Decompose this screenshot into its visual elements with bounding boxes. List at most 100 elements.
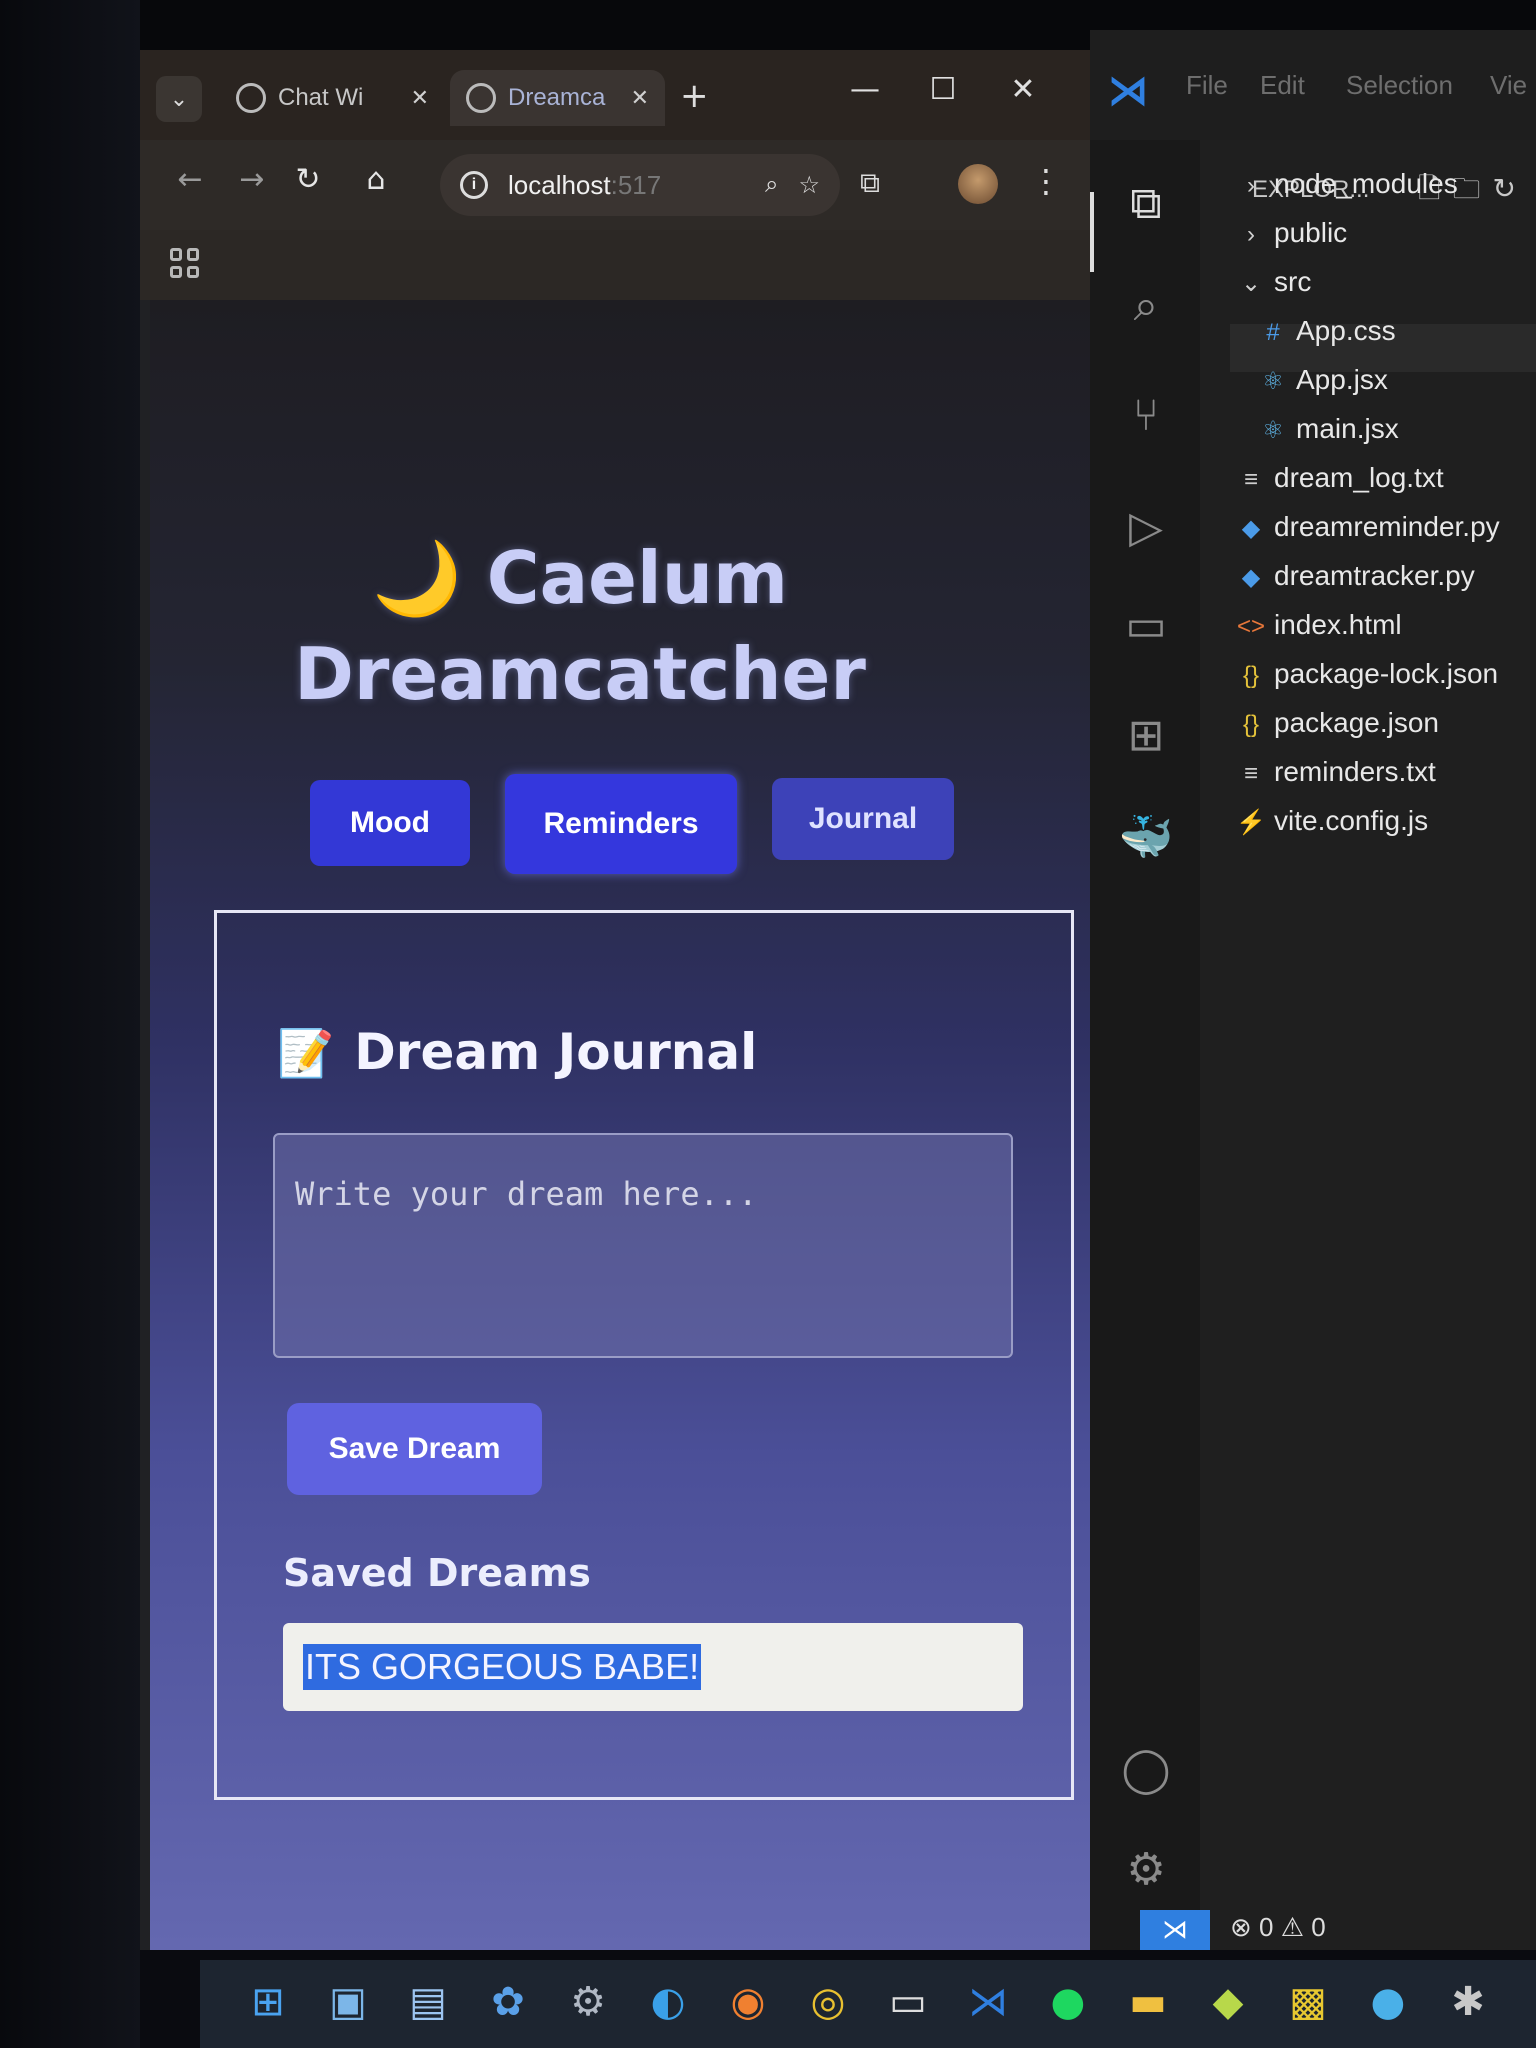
tree-item-label: package-lock.json	[1274, 658, 1499, 689]
tree-item-label: App.jsx	[1296, 364, 1388, 395]
forward-arrow-icon[interactable]: →	[230, 162, 274, 197]
browser-toolbar: ← → ↻ ⌂ i localhost:517 ⌕ ☆ ⧉ ⋮	[140, 140, 1090, 230]
maximize-button[interactable]: ☐	[918, 72, 968, 107]
title-line-2: Dreamcatcher	[294, 632, 866, 716]
docker-icon[interactable]: 🐳	[1116, 808, 1176, 868]
zoom-icon[interactable]: ⌕	[765, 171, 778, 199]
saved-dream-item[interactable]: ITS GORGEOUS BABE!	[283, 1623, 1023, 1711]
title-line-1: Caelum	[486, 536, 788, 620]
tree-item-app-css[interactable]: # App.css	[1258, 315, 1395, 347]
home-icon[interactable]: ⌂	[354, 162, 398, 197]
terminal-icon[interactable]: ▭	[880, 1974, 936, 2030]
tree-item-dreamtracker-py[interactable]: ◆ dreamtracker.py	[1236, 560, 1475, 592]
menu-view[interactable]: Vie	[1490, 70, 1527, 101]
menu-edit[interactable]: Edit	[1260, 70, 1305, 101]
windows-taskbar: ⊞ ▣ ▤ ✿ ⚙ ◐ ◉ ◎ ▭ ⋊ ● ▬ ◆ ▩ ● ✱	[200, 1960, 1536, 2048]
cube-app-icon[interactable]: ◆	[1200, 1974, 1256, 2030]
tree-item-dream-log-txt[interactable]: ≡ dream_log.txt	[1236, 462, 1444, 494]
tree-item-label: vite.config.js	[1274, 805, 1429, 836]
tree-item-public[interactable]: › public	[1236, 217, 1347, 249]
html-icon: <>	[1236, 613, 1266, 640]
problems-status[interactable]: ⊗ 0 ⚠ 0	[1230, 1912, 1326, 1943]
gear-app-icon[interactable]: ✱	[1440, 1974, 1496, 2030]
save-dream-button[interactable]: Save Dream	[287, 1403, 542, 1495]
settings-app-icon[interactable]: ⚙	[560, 1974, 616, 2030]
tab-dreamcatcher[interactable]: Dreamca ✕	[450, 70, 665, 126]
firefox-icon[interactable]: ◉	[720, 1974, 776, 2030]
explorer-files-icon[interactable]: ⧉	[1116, 174, 1176, 234]
docker-desktop-icon[interactable]: ●	[1360, 1974, 1416, 2030]
tab-chat[interactable]: Chat Wi ✕	[220, 70, 445, 126]
tree-item-app-jsx[interactable]: ⚛ App.jsx	[1258, 364, 1388, 396]
remote-explorer-icon[interactable]: ▭	[1116, 596, 1176, 656]
close-tab-icon[interactable]: ✕	[631, 85, 649, 111]
chrome-icon[interactable]: ◎	[800, 1974, 856, 2030]
tab-search-button[interactable]: ⌄	[156, 76, 202, 122]
vscode-logo-icon: ⋊	[1108, 69, 1148, 113]
tree-item-src[interactable]: ⌄ src	[1236, 266, 1311, 298]
settings-gear-icon[interactable]: ⚙	[1116, 1840, 1176, 1900]
vscode-window: ⋊ File Edit Selection Vie ⧉ ⌕ ⑂ ▷ ▭ ⊞ 🐳 …	[1090, 30, 1536, 1950]
css-icon: #	[1266, 319, 1280, 346]
task-view-icon[interactable]: ▤	[400, 1974, 456, 2030]
error-count: 0	[1259, 1912, 1274, 1942]
tree-item-index-html[interactable]: <> index.html	[1236, 609, 1402, 641]
account-icon[interactable]: ◯	[1116, 1740, 1176, 1800]
site-info-icon[interactable]: i	[460, 171, 488, 199]
vite-icon: ⚡	[1236, 809, 1266, 836]
moon-icon: 🌙	[372, 536, 462, 620]
apps-grid-icon[interactable]	[170, 248, 200, 278]
menu-file[interactable]: File	[1186, 70, 1228, 101]
minimize-button[interactable]: —	[840, 72, 890, 107]
tree-item-reminders-txt[interactable]: ≡ reminders.txt	[1236, 756, 1436, 788]
widgets-icon[interactable]: ▣	[320, 1974, 376, 2030]
tree-item-label: dreamtracker.py	[1274, 560, 1475, 591]
back-arrow-icon[interactable]: ←	[168, 162, 212, 197]
tree-item-package-json[interactable]: {} package.json	[1236, 707, 1439, 739]
more-menu-icon[interactable]: ⋮	[1030, 162, 1062, 200]
vscode-taskbar-icon[interactable]: ⋊	[960, 1974, 1016, 2030]
tree-item-package-lock-json[interactable]: {} package-lock.json	[1236, 658, 1498, 690]
source-control-icon[interactable]: ⑂	[1116, 386, 1176, 446]
close-window-button[interactable]: ✕	[998, 72, 1048, 107]
run-debug-icon[interactable]: ▷	[1116, 498, 1176, 558]
address-bar[interactable]: i localhost:517 ⌕ ☆	[440, 154, 840, 216]
app-title: 🌙 Caelum Dreamcatcher	[150, 530, 1010, 722]
spotify-icon[interactable]: ●	[1040, 1974, 1096, 2030]
json-icon: {}	[1242, 662, 1260, 689]
new-tab-button[interactable]: +	[680, 76, 709, 116]
tree-item-vite-config-js[interactable]: ⚡ vite.config.js	[1236, 805, 1428, 837]
bookmark-star-icon[interactable]: ☆	[798, 171, 820, 200]
teams-icon[interactable]: ✿	[480, 1974, 536, 2030]
remote-status-button[interactable]: ⋊	[1140, 1910, 1210, 1950]
tree-item-main-jsx[interactable]: ⚛ main.jsx	[1258, 413, 1398, 445]
refresh-icon[interactable]: ↻	[1493, 172, 1528, 205]
tree-item-dreamreminder-py[interactable]: ◆ dreamreminder.py	[1236, 511, 1500, 543]
edge-icon[interactable]: ◐	[640, 1974, 696, 2030]
mood-nav-button[interactable]: Mood	[310, 780, 470, 866]
reminders-nav-button[interactable]: Reminders	[505, 774, 737, 874]
tree-item-node-modules[interactable]: › node_modules	[1236, 168, 1458, 200]
search-icon[interactable]: ⌕	[1116, 276, 1176, 336]
activity-bar: ⧉ ⌕ ⑂ ▷ ▭ ⊞ 🐳 ◯ ⚙	[1090, 140, 1200, 1950]
dream-input[interactable]	[273, 1133, 1013, 1358]
tab-title: Dreamca	[508, 84, 606, 111]
journal-nav-button[interactable]: Journal	[772, 778, 954, 860]
py-icon: ◆	[1241, 564, 1261, 591]
new-folder-icon[interactable]: 🗀	[1453, 172, 1493, 205]
dream-journal-card: 📝 Dream Journal Save Dream Saved Dreams I…	[214, 910, 1074, 1800]
extensions-icon[interactable]: ⊞	[1116, 706, 1176, 766]
error-icon: ⊗	[1230, 1912, 1252, 1942]
extensions-icon[interactable]: ⧉	[860, 166, 880, 200]
browser-window: ⌄ Chat Wi ✕ Dreamca ✕ + — ☐ ✕ ← → ↻ ⌂ i …	[140, 50, 1090, 1950]
profile-avatar[interactable]	[958, 164, 998, 204]
windows-start-icon[interactable]: ⊞	[240, 1974, 296, 2030]
address-port: :517	[610, 169, 662, 200]
menu-selection[interactable]: Selection	[1346, 70, 1453, 101]
app-icon[interactable]: ▩	[1280, 1974, 1336, 2030]
reload-icon[interactable]: ↻	[286, 162, 330, 197]
py-icon: ◆	[1241, 515, 1261, 542]
tree-item-label: src	[1274, 266, 1312, 297]
file-explorer-icon[interactable]: ▬	[1120, 1974, 1176, 2030]
close-tab-icon[interactable]: ✕	[411, 85, 429, 111]
